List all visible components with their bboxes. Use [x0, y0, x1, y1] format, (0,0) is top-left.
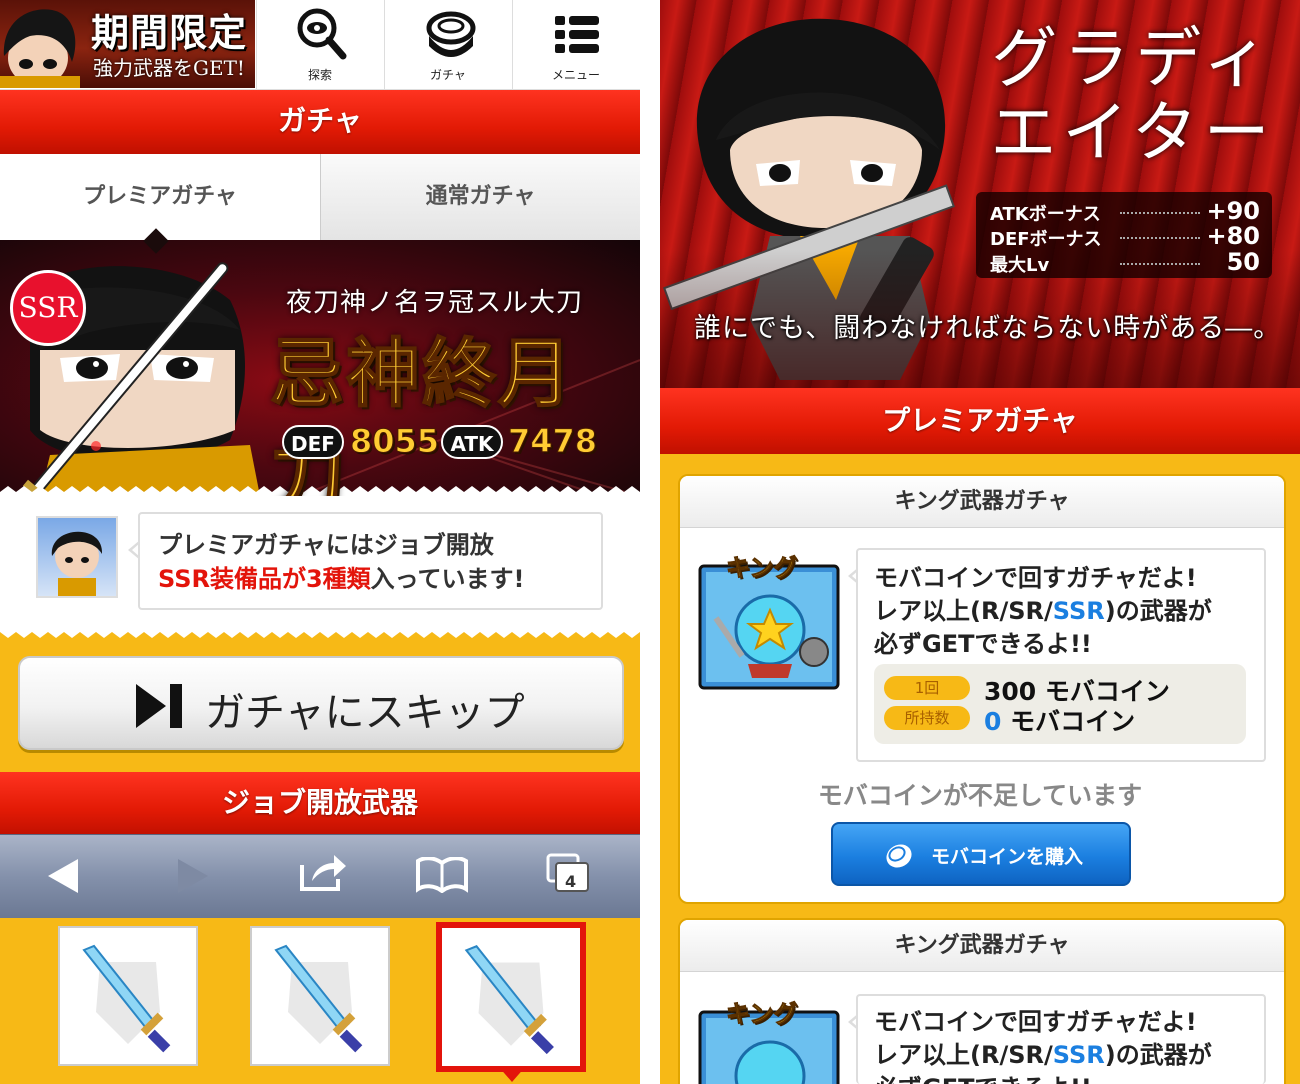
weapon-slot-3-selected[interactable]: [436, 922, 586, 1072]
zigzag-divider: [660, 454, 1300, 460]
sword-icon: [82, 944, 171, 1053]
description-line-1: モバコインで回すガチャだよ!: [874, 564, 1197, 592]
tab-count: 4: [565, 872, 577, 891]
stat-label: DEFボーナス: [990, 229, 1102, 250]
info-line-2-rest: 入っています!: [370, 565, 525, 593]
zigzag-divider-bottom: [0, 624, 640, 638]
gacha-description: モバコインで回すガチャだよ! レア以上(R/SR/SSR)の武器が 必ずGETで…: [874, 1006, 1212, 1084]
right-screen: グラディ エイター ATKボーナス +90 DEFボーナス +80 最大Lv 50 誰…: [660, 0, 1300, 1084]
character-quote: 誰にでも、闘わなければならない時がある―。: [694, 313, 1282, 344]
ssr-highlight: SSR: [1052, 597, 1105, 625]
insufficient-coins-warning: モバコインが不足しています: [817, 781, 1143, 810]
stat-dots: [1120, 212, 1200, 214]
character-face-icon: [0, 9, 80, 88]
description-line-1: モバコインで回すガチャだよ!: [874, 1008, 1197, 1036]
king-badge-label: キング: [725, 1000, 798, 1029]
forward-arrow-icon[interactable]: [176, 857, 210, 895]
description-line-2-end: )の武器が: [1104, 1041, 1212, 1069]
sword-icon: [464, 945, 554, 1055]
info-text: プレミアガチャにはジョブ開放 SSR装備品が3種類入っています!: [158, 528, 524, 596]
gacha-card-title: キング武器ガチャ: [680, 476, 1284, 528]
gacha-tabs: プレミアガチャ 通常ガチャ: [0, 154, 640, 240]
buy-coins-button[interactable]: モバコインを購入: [831, 822, 1131, 886]
def-label-pill: DEF: [282, 425, 344, 459]
king-gacha-icon: キング: [698, 548, 840, 690]
stat-dots: [1120, 263, 1200, 265]
stat-value: 50: [1226, 248, 1260, 276]
description-line-2: レア以上(R/SR/SSR)の武器が: [874, 1039, 1212, 1072]
gacha-capsule-icon: [426, 11, 476, 57]
character-name-line-2: エイター: [990, 94, 1276, 171]
tab-normal-gacha[interactable]: 通常ガチャ: [320, 154, 640, 240]
bookmarks-book-icon[interactable]: [416, 857, 468, 893]
selected-weapon-pointer: [498, 1066, 526, 1082]
page-title: ガチャ: [0, 90, 640, 154]
description-line-3: 必ずGETできるよ!!: [874, 1072, 1212, 1084]
nav-menu-label: メニュー: [551, 68, 600, 82]
stat-def-bonus: DEFボーナス +80: [990, 222, 1260, 251]
stat-max-level: 最大Lv 50: [990, 248, 1260, 277]
owned-coins-number: 0: [984, 707, 1002, 736]
share-icon[interactable]: [298, 851, 348, 893]
stat-value: +90: [1206, 197, 1260, 225]
nav-explore-label: 探索: [307, 68, 332, 82]
stat-value: +80: [1206, 222, 1260, 250]
character-face-icon: [51, 531, 103, 596]
guide-avatar: [36, 516, 118, 598]
character-name-line-1: グラディ: [991, 20, 1275, 97]
nav-gacha-button[interactable]: ガチャ: [384, 0, 511, 90]
info-line-2: SSR装備品が3種類入っています!: [158, 562, 524, 596]
nav-explore-button[interactable]: 探索: [256, 0, 383, 90]
description-line-2-start: レア以上(R/SR/: [874, 597, 1053, 625]
skip-to-gacha-button[interactable]: ガチャにスキップ: [18, 656, 624, 750]
back-arrow-icon[interactable]: [46, 857, 80, 895]
ssr-rarity-badge: SSR: [10, 270, 86, 346]
king-gacha-icon: キング: [698, 994, 840, 1084]
description-line-2-start: レア以上(R/SR/: [874, 1041, 1053, 1069]
weapon-slot-2[interactable]: [250, 926, 390, 1066]
tab-premium-gacha[interactable]: プレミアガチャ: [0, 154, 320, 240]
stat-dots: [1120, 237, 1200, 239]
browser-toolbar: [0, 834, 640, 918]
description-line-2-end: )の武器が: [1104, 597, 1212, 625]
king-badge-label: キング: [725, 554, 798, 583]
nav-gacha-label: ガチャ: [430, 68, 466, 82]
buy-coins-label: モバコインを購入: [931, 846, 1084, 868]
weapon-slot-1[interactable]: [58, 926, 198, 1066]
stat-label: 最大Lv: [990, 255, 1050, 276]
nav-menu-button[interactable]: メニュー: [512, 0, 639, 90]
limited-time-banner[interactable]: 期間限定 強力武器をGET!: [0, 0, 255, 88]
skip-icon: [136, 684, 182, 728]
description-line-3: 必ずGETできるよ!!: [874, 630, 1092, 658]
sword-icon: [274, 944, 363, 1053]
magnifier-icon: [297, 8, 347, 60]
atk-label-pill: ATK: [441, 425, 503, 459]
skip-button-label: ガチャにスキップ: [205, 690, 525, 736]
info-line-1: プレミアガチャにはジョブ開放: [158, 531, 494, 559]
left-screen: 期間限定 強力武器をGET! 探索 ガチャ メニュー ガチャ プレミアガチャ 通…: [0, 0, 640, 1084]
screen-divider: [640, 0, 660, 1084]
banner-subtitle: 強力武器をGET!: [93, 56, 245, 80]
menu-list-icon: [555, 16, 599, 53]
banner-title: 期間限定: [90, 10, 247, 55]
def-value: 8055: [349, 422, 440, 461]
description-line-2: レア以上(R/SR/SSR)の武器が: [874, 595, 1212, 628]
stat-label: ATKボーナス: [990, 204, 1101, 225]
character-name: グラディ エイター: [968, 22, 1298, 170]
gacha-description: モバコインで回すガチャだよ! レア以上(R/SR/SSR)の武器が 必ずGETで…: [874, 562, 1212, 661]
section-title-premium-gacha: プレミアガチャ: [660, 388, 1300, 454]
coin-icon: [886, 844, 912, 868]
ssr-highlight: SSR: [1052, 1041, 1105, 1069]
owned-coins-value: 0 モバコイン: [984, 702, 1135, 738]
section-title-job-weapons: ジョブ開放武器: [0, 772, 640, 836]
owned-coins-unit: モバコイン: [1001, 707, 1136, 736]
gacha-card-title: キング武器ガチャ: [680, 920, 1284, 972]
top-navigation: 期間限定 強力武器をGET! 探索 ガチャ メニュー: [0, 0, 640, 90]
info-highlight: SSR装備品が3種類: [158, 565, 371, 593]
owned-coins-label: 所持数: [884, 706, 970, 730]
cost-per-spin-label: 1回: [884, 676, 970, 700]
atk-value: 7478: [507, 422, 598, 461]
